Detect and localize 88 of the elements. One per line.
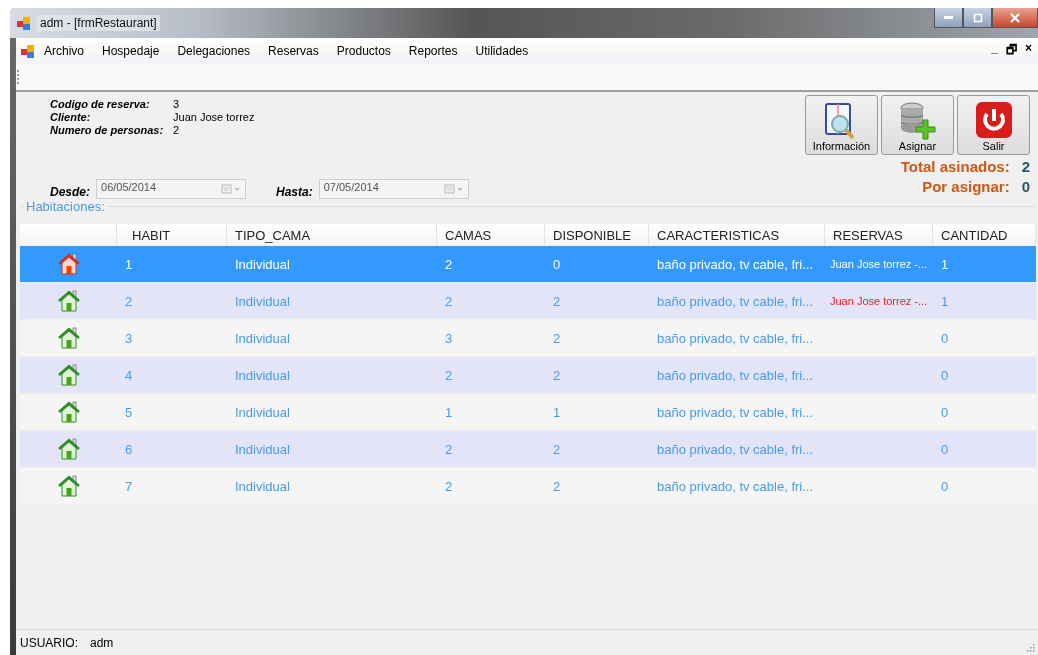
table-cell: Individual — [235, 256, 290, 272]
field-value: 3 — [173, 98, 181, 111]
table-row[interactable]: 2 Individual 2 2 baño privado, tv cable, fri... Juan Jose torrez -... 1 — [20, 283, 1036, 320]
date-label: Desde: — [50, 185, 90, 199]
close-button[interactable]: × — [1025, 40, 1032, 62]
table-cell: 0 — [941, 441, 949, 457]
table-cell: Juan Jose torrez -... — [830, 295, 928, 307]
table-cell: 2 — [553, 293, 561, 309]
table-cell: 1 — [941, 256, 949, 272]
field-label: Cliente: — [50, 111, 92, 124]
date-picker[interactable]: 06/05/2014 — [96, 179, 246, 199]
total-label: Total asinados: — [900, 157, 1010, 177]
table-cell: 5 — [125, 404, 133, 420]
table-cell: 0 — [553, 256, 561, 272]
table-cell: 0 — [941, 478, 949, 494]
table-cell: 1 — [445, 404, 453, 420]
resize-grip-icon — [1027, 644, 1035, 652]
table-cell: Juan Jose torrez -... — [830, 258, 928, 270]
field-label: Codigo de reserva: — [50, 98, 151, 111]
table-cell: baño privado, tv cable, fri... — [657, 404, 814, 420]
table-cell: 1 — [941, 293, 949, 309]
table-cell: baño privado, tv cable, fri... — [657, 256, 814, 272]
table-cell: Individual — [235, 367, 290, 383]
table-cell: baño privado, tv cable, fri... — [657, 478, 814, 494]
date-label: Hasta: — [276, 185, 313, 199]
table-cell: 4 — [125, 367, 133, 383]
close-button[interactable] — [992, 8, 1038, 28]
table-cell: 2 — [125, 293, 133, 309]
field-value: Juan Jose torrez — [173, 111, 255, 124]
close-icon — [1009, 12, 1021, 23]
menu-item[interactable]: Utilidades — [466, 44, 538, 58]
minimize-button[interactable]: _ — [991, 40, 998, 62]
table-cell: Individual — [235, 478, 290, 494]
assign-button[interactable]: Asignar — [881, 95, 954, 155]
info-button[interactable]: Información — [805, 95, 878, 155]
table-cell: 0 — [941, 367, 949, 383]
table-cell: 1 — [553, 404, 561, 420]
table-cell: Individual — [235, 404, 290, 420]
table-cell: 2 — [445, 478, 453, 494]
menu-item[interactable]: Productos — [327, 44, 400, 58]
menu-item[interactable]: Hospedaje — [93, 44, 169, 58]
table-cell: 0 — [941, 330, 949, 346]
table-cell: 2 — [445, 441, 453, 457]
total-value: 0 — [1021, 177, 1030, 197]
table-cell: 2 — [553, 478, 561, 494]
toolbar-grip[interactable] — [17, 70, 21, 84]
total-value: 2 — [1021, 157, 1030, 177]
table-cell: 2 — [445, 367, 453, 383]
menu-item[interactable]: Archivo — [35, 44, 93, 58]
field-label: Numero de personas: — [50, 124, 164, 137]
app-icon — [20, 43, 35, 59]
maximize-icon — [972, 12, 983, 23]
exit-button[interactable]: Salir — [957, 95, 1030, 155]
total-label: Por asignar: — [921, 177, 1010, 197]
status-label: USUARIO: — [20, 635, 78, 650]
table-cell: Individual — [235, 293, 290, 309]
menu-item[interactable]: Reservas — [259, 44, 328, 58]
window-title: adm - [frmRestaurant] — [37, 15, 160, 31]
table-cell: 3 — [125, 330, 133, 346]
table-cell: 2 — [445, 293, 453, 309]
field-value: 2 — [173, 124, 181, 137]
status-value: adm — [90, 635, 114, 650]
table-cell: Individual — [235, 441, 290, 457]
table-cell: 7 — [125, 478, 133, 494]
maximize-button[interactable] — [963, 8, 992, 28]
table-cell: 1 — [125, 256, 133, 272]
app-icon — [16, 15, 31, 31]
group-title: Habitaciones: — [24, 199, 107, 214]
calendar-icon — [443, 184, 464, 194]
calendar-icon — [221, 184, 241, 194]
table-cell: baño privado, tv cable, fri... — [657, 293, 814, 309]
table-cell: baño privado, tv cable, fri... — [657, 330, 814, 346]
restore-button[interactable]: 🗗 — [1006, 40, 1017, 62]
table-cell: 2 — [553, 441, 561, 457]
table-cell: 0 — [941, 404, 949, 420]
menu-item[interactable]: Delegaciones — [168, 44, 260, 58]
table-cell: 3 — [445, 330, 453, 346]
table-cell: Individual — [235, 330, 290, 346]
table-cell: 6 — [125, 441, 133, 457]
table-cell: 2 — [553, 367, 561, 383]
table-cell: baño privado, tv cable, fri... — [657, 367, 814, 383]
date-picker[interactable]: 07/05/2014 — [318, 179, 469, 199]
minimize-button[interactable] — [934, 8, 963, 28]
table-cell: 2 — [553, 330, 561, 346]
minimize-icon — [944, 16, 953, 19]
menu-item[interactable]: Reportes — [399, 44, 467, 58]
table-cell: baño privado, tv cable, fri... — [657, 441, 814, 457]
table-cell: 2 — [445, 256, 453, 272]
